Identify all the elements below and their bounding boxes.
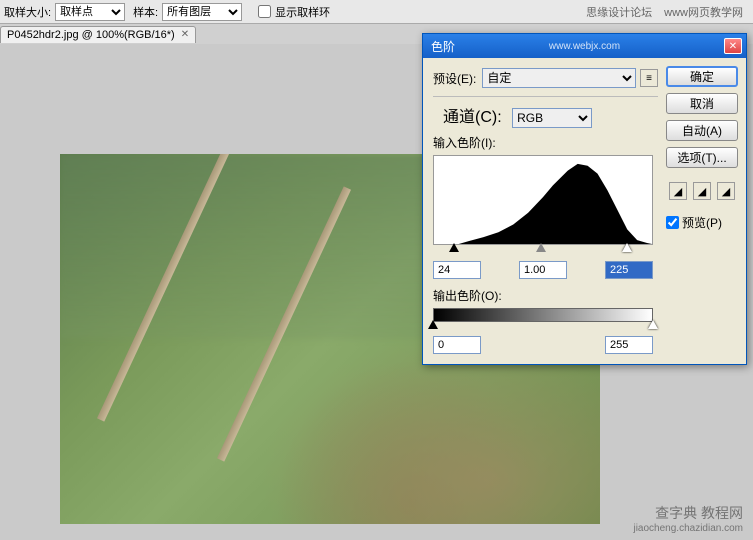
auto-button[interactable]: 自动(A)	[666, 120, 738, 141]
preset-menu-icon[interactable]: ≡	[640, 69, 658, 87]
watermark-forum: 思缘设计论坛	[586, 4, 652, 20]
watermark-url: www.webjx.com	[549, 41, 620, 52]
sample-size-label: 取样大小:	[4, 4, 51, 20]
input-white-handle[interactable]	[622, 243, 632, 252]
eyedropper-black-icon[interactable]: ◢	[669, 182, 687, 200]
dialog-close-button[interactable]: ✕	[724, 38, 742, 54]
show-ring-checkbox[interactable]	[258, 5, 271, 18]
output-black-field[interactable]	[433, 336, 481, 354]
ok-button[interactable]: 确定	[666, 66, 738, 87]
preview-checkbox-row[interactable]: 预览(P)	[666, 214, 738, 231]
preview-label: 预览(P)	[682, 214, 722, 231]
document-tab[interactable]: P0452hdr2.jpg @ 100%(RGB/16*) ✕	[0, 26, 196, 43]
channel-fieldset: 通道(C): RGB	[433, 96, 658, 128]
eyedropper-gray-icon[interactable]: ◢	[693, 182, 711, 200]
dialog-buttons: 确定 取消 自动(A) 选项(T)... ◢ ◢ ◢ 预览(P)	[666, 66, 738, 231]
close-icon[interactable]: ✕	[181, 29, 189, 40]
input-white-field[interactable]	[605, 261, 653, 279]
output-levels-label: 输出色阶(O):	[433, 287, 658, 304]
dialog-title: 色阶	[427, 38, 455, 55]
sample-layers-select[interactable]: 所有图层	[162, 3, 242, 21]
preset-select[interactable]: 自定	[482, 68, 636, 88]
input-slider-track[interactable]	[433, 245, 653, 257]
sample-layers-label: 样本:	[133, 4, 158, 20]
levels-dialog: 色阶 www.webjx.com ✕ 预设(E): 自定 ≡ 通道(C): RG…	[422, 33, 747, 365]
input-gamma-handle[interactable]	[536, 243, 546, 252]
histogram	[433, 155, 653, 245]
show-ring-label: 显示取样环	[275, 4, 330, 20]
output-black-handle[interactable]	[428, 320, 438, 329]
tab-filename: P0452hdr2.jpg @ 100%(RGB/16*)	[7, 29, 175, 41]
output-slider-track[interactable]	[433, 322, 653, 332]
channel-select[interactable]: RGB	[512, 108, 592, 128]
dialog-title-bar[interactable]: 色阶 www.webjx.com ✕	[423, 34, 746, 58]
output-white-field[interactable]	[605, 336, 653, 354]
input-levels-label: 输入色阶(I):	[433, 134, 658, 151]
output-white-handle[interactable]	[648, 320, 658, 329]
preview-checkbox[interactable]	[666, 216, 679, 229]
options-button[interactable]: 选项(T)...	[666, 147, 738, 168]
eyedropper-white-icon[interactable]: ◢	[717, 182, 735, 200]
channel-label: 通道(C):	[443, 109, 502, 126]
sample-size-select[interactable]: 取样点	[55, 3, 125, 21]
output-gradient	[433, 308, 653, 322]
input-black-handle[interactable]	[449, 243, 459, 252]
input-gamma-field[interactable]	[519, 261, 567, 279]
bottom-watermark: 查字典 教程网 jiaocheng.chazidian.com	[633, 503, 743, 534]
dialog-body: 预设(E): 自定 ≡ 通道(C): RGB 输入色阶(I):	[423, 58, 746, 364]
preset-label: 预设(E):	[433, 70, 476, 87]
cancel-button[interactable]: 取消	[666, 93, 738, 114]
image-content	[97, 154, 231, 422]
top-watermarks: 思缘设计论坛 www网页教学网	[586, 0, 743, 24]
watermark-site: www网页教学网	[664, 4, 743, 20]
input-black-field[interactable]	[433, 261, 481, 279]
